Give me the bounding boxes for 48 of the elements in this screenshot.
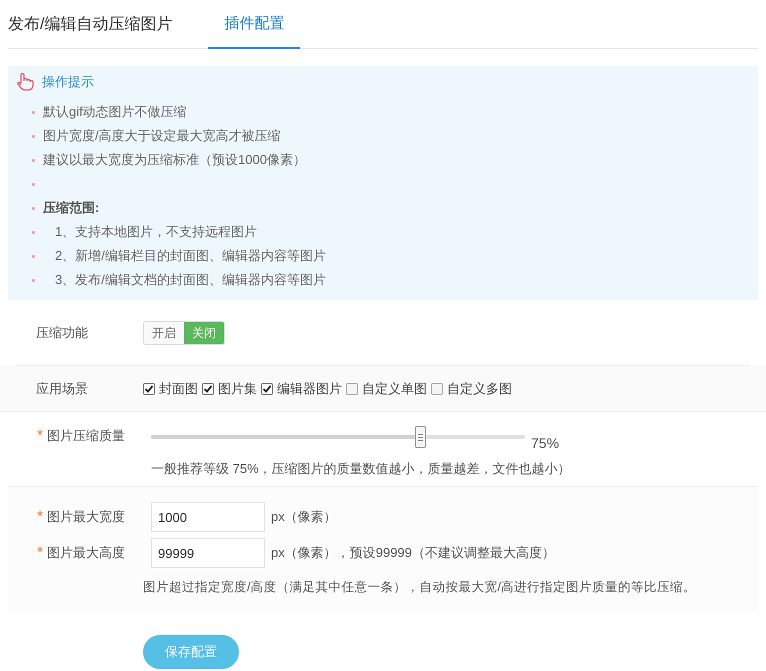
hand-pointer-icon <box>16 72 34 92</box>
checkbox-label: 封面图 <box>159 380 198 398</box>
required-mark: * <box>37 426 43 446</box>
tips-title: 操作提示 <box>42 73 94 92</box>
tip-text: 1、支持本地图片，不支持远程图片 <box>54 223 258 242</box>
tip-text: 默认gif动态图片不做压缩 <box>43 103 187 122</box>
tab[interactable]: 插件配置 <box>208 0 300 49</box>
hint-text: 图片超过指定宽度/高度（满足其中任意一条），自动按最大宽/高进行指定图片质量的等比压缩。 <box>143 580 696 594</box>
slider-reading: 75% <box>531 435 560 451</box>
checkbox-label: 编辑器图片 <box>277 380 342 398</box>
checkbox[interactable] <box>346 382 358 394</box>
toggle-switch[interactable]: 开启 关闭 <box>143 320 225 344</box>
field-label: 图片压缩质量 <box>47 427 126 445</box>
checkbox[interactable] <box>261 382 273 394</box>
hint-text: 一般推荐等级 75%，压缩图片的质量数值越小，质量越差，文件也越小） <box>151 460 571 478</box>
checkbox-label: 自定义多图 <box>447 380 512 398</box>
checkbox-label: 图片集 <box>218 380 257 398</box>
tip-text: 3、发布/编辑文档的封面图、编辑器内容等图片 <box>54 271 326 290</box>
slider-track[interactable] <box>151 435 525 439</box>
tip-text: 压缩范围: <box>43 199 100 218</box>
bullet-icon <box>32 182 35 186</box>
field-label: 图片最大高度 <box>47 544 126 562</box>
bullet-icon <box>32 230 35 234</box>
required-mark: * <box>37 507 43 527</box>
checkbox[interactable] <box>202 382 214 394</box>
tip-text: 2、新增/编辑栏目的封面图、编辑器内容等图片 <box>54 247 326 266</box>
bullet-icon <box>32 206 35 210</box>
field-label: 应用场景 <box>36 380 88 396</box>
bullet-icon <box>32 254 35 258</box>
checkbox-label: 自定义单图 <box>362 380 427 398</box>
checkbox[interactable] <box>431 382 443 394</box>
unit-text: px（像素），预设99999（不建议调整最大高度） <box>271 544 555 562</box>
text-input[interactable]: 1000 <box>151 502 265 532</box>
toggle-option[interactable]: 开启 <box>144 322 184 344</box>
bullet-icon <box>32 110 35 114</box>
bullet-icon <box>32 278 35 282</box>
slider-thumb[interactable] <box>415 426 426 448</box>
tip-text: 图片宽度/高度大于设定最大宽高才被压缩 <box>43 127 281 146</box>
tip-text: 建议以最大宽度为压缩标准（预设1000像素） <box>43 151 306 170</box>
bullet-icon <box>32 158 35 162</box>
field-label: 图片最大宽度 <box>47 508 126 526</box>
tab[interactable]: 发布/编辑自动压缩图片 <box>8 0 172 48</box>
checkbox[interactable] <box>143 382 155 394</box>
required-mark: * <box>37 543 43 563</box>
bullet-icon <box>32 134 35 138</box>
unit-text: px（像素） <box>271 508 337 526</box>
text-input[interactable]: 99999 <box>151 538 265 568</box>
field-label: 压缩功能 <box>36 324 88 340</box>
